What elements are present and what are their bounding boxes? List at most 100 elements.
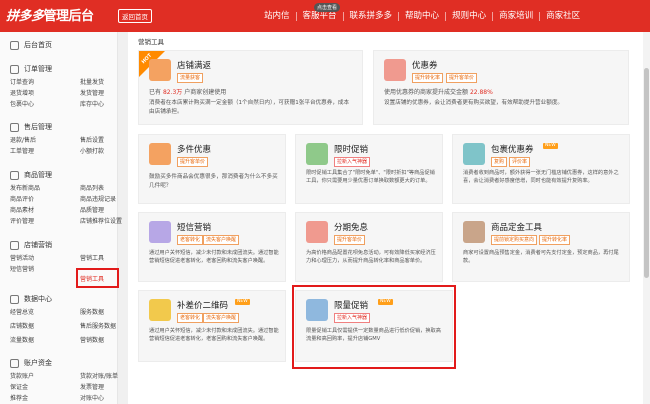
breadcrumb: 营销工具 (138, 38, 164, 46)
sidebar-home[interactable]: 后台首页 (10, 40, 52, 50)
sidebar-item[interactable]: 品质管理 (80, 205, 104, 214)
card-title: 限时促销 (334, 145, 369, 155)
card-tag: 老客转化 (177, 313, 204, 323)
deposit-icon (463, 221, 485, 243)
card-desc: 通过用户关怀短信，减少未付款和未成团流失。通过智能营销短信促进老客转化，老客回购… (149, 328, 279, 342)
card-store-cashback[interactable]: HOT 店铺满返 流量获客 已有 82.3万 户商家创建使用 消费者在本店累计购… (138, 50, 363, 125)
sidebar-item[interactable]: 营销数据 (80, 335, 104, 344)
sidebar-section-products[interactable]: 商品管理 (10, 170, 52, 180)
card-title: 补差价二维码 (177, 301, 229, 311)
nav-community[interactable]: 商家社区 (539, 11, 586, 21)
nav-rules[interactable]: 规则中心 (445, 11, 492, 21)
card-sms-marketing[interactable]: 短信营销 老客转化 流失客户唤醒 通过用户关怀短信，减少未付款和未成团流失。通过… (138, 212, 286, 282)
nav-messages[interactable]: 站内信 (258, 11, 296, 21)
card-stats: 使用优惠券的商家提升成交金额 22.88% (384, 89, 493, 96)
card-coupon[interactable]: 优惠券 提升转化率 提升客单价 使用优惠券的商家提升成交金额 22.88% 设置… (373, 50, 629, 125)
sidebar-item[interactable]: 营销活动 (10, 253, 34, 262)
card-desc: 消费者在本店累计购买满一定金额（1个自然日内），可获赠1张平台优惠券，成本由店铺… (149, 100, 350, 115)
data-icon (10, 294, 19, 304)
card-price-diff-qrcode[interactable]: 补差价二维码 NEW 老客转化 流失客户唤醒 通过用户关怀短信，减少未付款和未成… (138, 290, 286, 362)
sidebar-item[interactable]: 商品违规记录 (80, 194, 116, 203)
sidebar-item[interactable]: 批量发货 (80, 77, 104, 86)
sidebar-item[interactable]: 商品列表 (80, 183, 104, 192)
back-home-button[interactable]: 返回首页 (118, 9, 152, 23)
card-desc: 设置店铺的优惠券，会让消费者更有购买欲望，有效帮助提升营业额度。 (384, 100, 564, 106)
card-tag: 流量获客 (177, 73, 204, 83)
card-stats: 已有 82.3万 户商家创建使用 (149, 89, 227, 96)
sidebar-item[interactable]: 对账中心 (80, 393, 104, 402)
sidebar-item[interactable]: 商品评价 (10, 194, 34, 203)
card-title: 商品定金工具 (491, 223, 543, 233)
sidebar-item[interactable]: 货款对账/账单 (80, 371, 118, 380)
sidebar-item[interactable]: 售后服务数据 (80, 321, 116, 330)
card-deposit-tool[interactable]: 商品定金工具 提前锁定购买意向 提升转化率 商家可设置商品预售定金，消费者可先支… (452, 212, 630, 282)
sidebar-item[interactable]: 售后设置 (80, 135, 104, 144)
sidebar-item[interactable]: 店铺推荐位设置 (80, 216, 122, 225)
sidebar-item[interactable]: 短信营销 (10, 264, 34, 273)
sidebar-item[interactable]: 工单管理 (10, 146, 34, 155)
nav-help[interactable]: 帮助中心 (398, 11, 445, 21)
sidebar-item[interactable]: 推荐金 (10, 393, 28, 402)
card-tag: 提前锁定购买意向 (491, 235, 538, 245)
sidebar-section-marketing[interactable]: 店铺营销 (10, 240, 52, 250)
sidebar-item[interactable]: 包裹中心 (10, 99, 34, 108)
card-multi-item-discount[interactable]: 多件优惠 提升客单价 鼓励买多件商品会优惠很多，那消费者为什么不多买几件呢？ (138, 134, 286, 204)
sidebar-item[interactable]: 小额打款 (80, 146, 104, 155)
sidebar-item[interactable]: 发布新商品 (10, 183, 40, 192)
card-title: 短信营销 (177, 223, 212, 233)
card-desc: 限时促销工具集合了"限时免单"、"限时折扣"等商品促销工具，你只需要用少量优惠订… (306, 170, 435, 184)
new-badge: NEW (235, 299, 250, 305)
sidebar-item[interactable]: 服务数据 (80, 307, 104, 316)
package-icon (463, 143, 485, 165)
card-desc: 消费者收到商品时，额外获得一张无门槛店铺优惠券，这样的意外之喜，会让消费者好感度… (463, 170, 619, 184)
wallet-icon (10, 358, 19, 368)
scrollbar-thumb[interactable] (644, 68, 649, 278)
card-title: 分期免息 (334, 223, 369, 233)
highlight-limited-promo (292, 285, 456, 369)
scrollbar[interactable] (643, 32, 650, 404)
card-tag: 评价率 (509, 157, 531, 167)
card-package-coupon[interactable]: 包裹优惠券 NEW 复购 评价率 消费者收到商品时，额外获得一张无门槛店铺优惠券… (452, 134, 630, 204)
sidebar-item[interactable]: 保证金 (10, 382, 28, 391)
nav-hint-badge: 点击查看 (314, 3, 341, 12)
sidebar-item[interactable]: 退货增项 (10, 88, 34, 97)
card-flash-sale[interactable]: 限时促销 拉新入气神器 限时促销工具集合了"限时免单"、"限时折扣"等商品促销工… (295, 134, 443, 204)
gift-icon (149, 59, 171, 81)
card-installment[interactable]: 分期免息 提升客单价 为高价格商品配置花呗免息活动，可有效降低买家经济压力和心理… (295, 212, 443, 282)
card-tag: 老客转化 (177, 235, 204, 245)
sidebar-section-funds[interactable]: 账户资金 (10, 358, 52, 368)
sidebar-item[interactable]: 订单查询 (10, 77, 34, 86)
nav-contact[interactable]: 联系拼多多 (342, 11, 399, 21)
clock-icon (306, 143, 328, 165)
card-desc: 为高价格商品配置花呗免息活动，可有效降低买家经济压力和心理压力，从而提升商品转化… (306, 250, 436, 264)
sidebar-item[interactable]: 商品素材 (10, 205, 34, 214)
nav-service[interactable]: 客服平台 (295, 11, 343, 21)
sidebar-section-aftersale[interactable]: 售后管理 (10, 122, 52, 132)
qrcode-icon (149, 299, 171, 321)
new-badge: NEW (543, 143, 558, 149)
card-title: 包裹优惠券 (491, 145, 534, 155)
sidebar-section-orders[interactable]: 订单管理 (10, 64, 52, 74)
card-tag: 提升客单价 (334, 235, 366, 245)
highlight-marketing-tools (76, 268, 119, 288)
installment-icon (306, 221, 328, 243)
sidebar-item[interactable]: 发货管理 (80, 88, 104, 97)
logo[interactable]: 拼多多管理后台 (6, 5, 94, 24)
card-tag: 流失客户唤醒 (203, 313, 240, 323)
sidebar-item[interactable]: 店铺数据 (10, 321, 34, 330)
sidebar-item[interactable]: 流量数据 (10, 335, 34, 344)
sidebar-item[interactable]: 发票管理 (80, 382, 104, 391)
sidebar-item[interactable]: 经营总览 (10, 307, 34, 316)
sidebar-section-data[interactable]: 数据中心 (10, 294, 52, 304)
sidebar-item[interactable]: 评价管理 (10, 216, 34, 225)
home-icon (10, 40, 19, 50)
sidebar-item[interactable]: 退款/售后 (10, 135, 36, 144)
sidebar-item[interactable]: 货款账户 (10, 371, 34, 380)
card-title: 优惠券 (412, 61, 438, 71)
nav-training[interactable]: 商家培训 (492, 11, 539, 21)
card-title: 多件优惠 (177, 145, 212, 155)
card-desc: 通过用户关怀短信，减少未付款和未成团流失。通过智能营销短信促进老客转化，老客回购… (149, 250, 279, 264)
sidebar-item[interactable]: 营销工具 (80, 253, 104, 262)
top-nav: 站内信 客服平台 联系拼多多 帮助中心 规则中心 商家培训 商家社区 (258, 0, 586, 32)
sidebar-item[interactable]: 库存中心 (80, 99, 104, 108)
